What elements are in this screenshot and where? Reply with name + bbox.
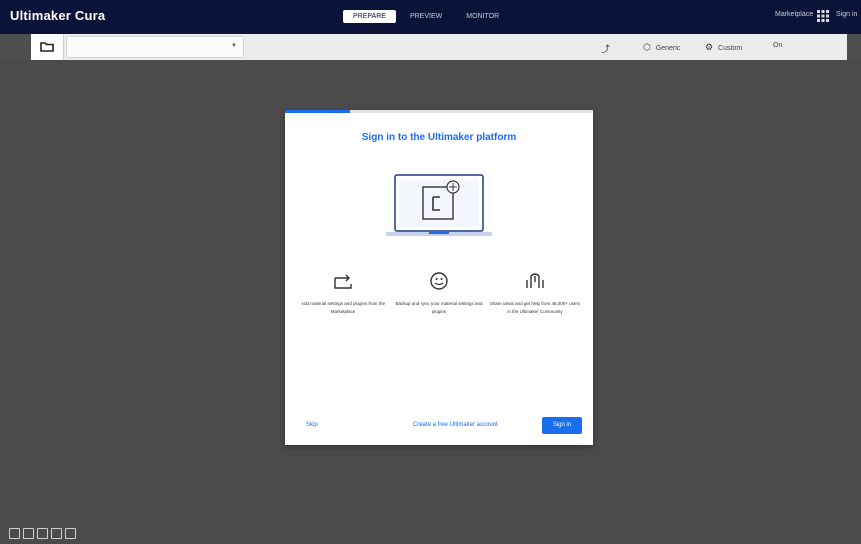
- title-bar: Ultimaker Cura PREPARE PREVIEW MONITOR M…: [0, 0, 861, 34]
- feature-text: Backup and sync your material settings a…: [395, 301, 483, 314]
- app-title: Ultimaker Cura: [10, 8, 106, 23]
- cloud-icon: [430, 272, 448, 290]
- material-label: Generic: [655, 45, 681, 52]
- sync-icon: [334, 274, 352, 289]
- printer-selector[interactable]: ▼: [66, 36, 244, 58]
- laptop-illustration-icon: [386, 174, 492, 236]
- tab-preview[interactable]: PREVIEW: [400, 10, 452, 23]
- extruder-toggle[interactable]: On: [773, 42, 782, 49]
- apps-grid-icon[interactable]: [817, 10, 829, 22]
- create-account-link[interactable]: Create a free Ultimaker account: [413, 422, 498, 428]
- settings-icon: ⚙: [705, 42, 714, 52]
- feature-text: Share ideas and get help from 48,000+ us…: [489, 301, 581, 314]
- material-icon: ⬡: [643, 42, 651, 52]
- tab-monitor[interactable]: MONITOR: [456, 10, 509, 23]
- printer-tool[interactable]: ⤴: [601, 42, 613, 55]
- setup-progress-bar: [285, 110, 593, 113]
- feature-item: Add material settings and plugins from t…: [297, 270, 389, 316]
- tab-prepare[interactable]: PREPARE: [343, 10, 396, 23]
- toolbar: ▼ ⤴ ⬡ Generic ⚙ Custom On: [31, 34, 847, 61]
- view-right-icon[interactable]: [65, 528, 76, 539]
- view-3d-icon[interactable]: [9, 528, 20, 539]
- view-left-icon[interactable]: [51, 528, 62, 539]
- marketplace-button[interactable]: Marketplace: [775, 11, 813, 18]
- material-selector[interactable]: ⬡ Generic: [643, 42, 680, 53]
- printer-icon: ⤴: [601, 44, 611, 54]
- chevron-down-icon: ▼: [231, 43, 237, 49]
- view-front-icon[interactable]: [23, 528, 34, 539]
- feature-list: Add material settings and plugins from t…: [297, 270, 581, 316]
- view-orientation-controls: [9, 528, 76, 539]
- feature-text: Add material settings and plugins from t…: [300, 301, 386, 314]
- setup-progress-fill: [285, 110, 350, 113]
- dialog-footer: Skip Create a free Ultimaker account Sig…: [285, 415, 593, 435]
- account-button[interactable]: Sign in: [836, 11, 857, 18]
- view-top-icon[interactable]: [37, 528, 48, 539]
- print-settings-button[interactable]: ⚙ Custom: [705, 42, 742, 53]
- welcome-dialog: Sign in to the Ultimaker platform Add ma…: [285, 110, 593, 445]
- feature-item: Share ideas and get help from 48,000+ us…: [489, 270, 581, 316]
- sign-in-button[interactable]: Sign in: [542, 417, 582, 434]
- skip-link[interactable]: Skip: [306, 422, 318, 428]
- stage-tabs: PREPARE PREVIEW MONITOR: [343, 10, 509, 23]
- feature-item: Backup and sync your material settings a…: [393, 270, 485, 316]
- extruder-label: On: [773, 42, 783, 49]
- community-icon: [526, 273, 544, 288]
- folder-icon: [40, 42, 54, 52]
- dialog-title: Sign in to the Ultimaker platform: [361, 132, 517, 143]
- open-file-button[interactable]: [31, 34, 64, 60]
- settings-label: Custom: [718, 45, 743, 52]
